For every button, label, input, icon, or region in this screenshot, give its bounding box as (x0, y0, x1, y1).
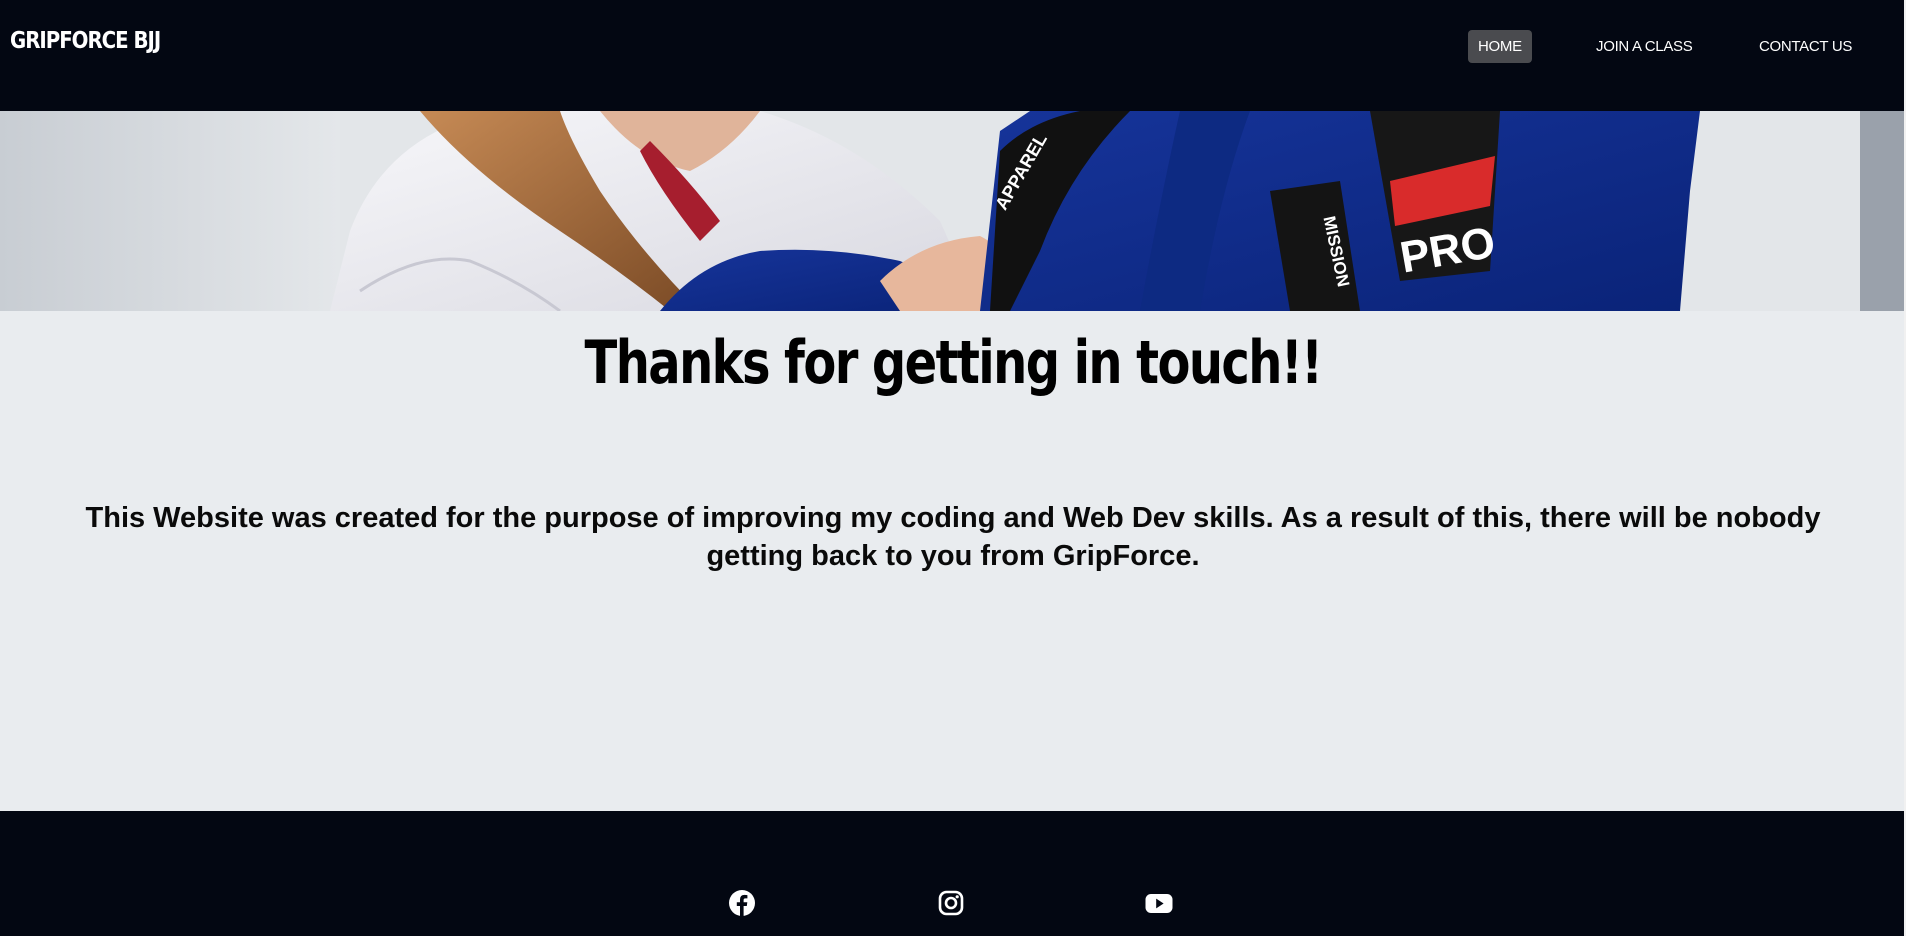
brand-logo[interactable]: GRIPFORCE BJJ (10, 28, 161, 54)
nav-link-contact-us[interactable]: CONTACT US (1749, 30, 1862, 63)
confirmation-message: This Website was created for the purpose… (85, 502, 1821, 572)
instagram-link[interactable] (937, 889, 965, 917)
instagram-icon (938, 890, 964, 916)
page-title: Thanks for getting in touch!! (584, 328, 1323, 398)
facebook-icon (729, 890, 755, 916)
footer (0, 811, 1906, 936)
hero-wall-left (0, 111, 340, 311)
youtube-icon (1145, 894, 1173, 913)
youtube-link[interactable] (1145, 889, 1173, 917)
navbar: GRIPFORCE BJJ HOME JOIN A CLASS CONTACT … (0, 0, 1906, 111)
nav-link-home[interactable]: HOME (1468, 30, 1532, 63)
hero-banner-image: APPAREL MISSION PRO (0, 111, 1906, 311)
hero-wall-right-edge (1860, 111, 1906, 311)
hero-photo-illustration: APPAREL MISSION PRO (0, 111, 1906, 311)
main-content: Thanks for getting in touch!! This Websi… (0, 311, 1906, 811)
nav-link-join-a-class[interactable]: JOIN A CLASS (1586, 30, 1702, 63)
facebook-link[interactable] (728, 889, 756, 917)
